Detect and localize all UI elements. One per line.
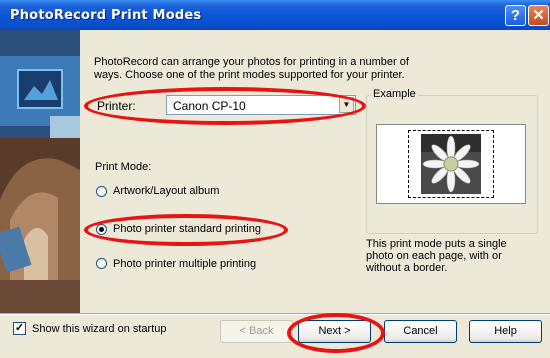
wizard-side-image	[0, 30, 80, 313]
example-page	[408, 130, 494, 198]
intro-text-line1: PhotoRecord can arrange your photos for …	[94, 56, 409, 68]
side-image-art	[0, 30, 80, 313]
radio-artwork-layout-album[interactable]	[96, 186, 107, 197]
back-button[interactable]: < Back	[220, 320, 293, 343]
highlight-oval-printer	[84, 87, 366, 125]
highlight-oval-standard-printing	[84, 214, 288, 246]
flower-photo	[421, 134, 481, 194]
bottom-separator	[0, 313, 550, 315]
radio-photo-multiple-printing[interactable]	[96, 258, 107, 269]
highlight-oval-next	[287, 313, 385, 353]
show-wizard-label[interactable]: Show this wizard on startup	[32, 323, 167, 335]
help-button[interactable]: Help	[469, 320, 542, 343]
example-desc-line2: photo on each page, with or	[366, 250, 502, 262]
help-icon[interactable]: ?	[505, 5, 526, 26]
example-desc-line1: This print mode puts a single	[366, 238, 507, 250]
title-bar[interactable]: PhotoRecord Print Modes ? ✕	[0, 0, 550, 30]
radio-label-artwork-layout-album[interactable]: Artwork/Layout album	[113, 185, 219, 197]
close-icon[interactable]: ✕	[528, 5, 549, 26]
intro-text-line2: ways. Choose one of the print modes supp…	[94, 69, 405, 81]
example-group-label: Example	[371, 88, 418, 100]
window-title: PhotoRecord Print Modes	[10, 8, 202, 23]
print-mode-label: Print Mode:	[95, 161, 152, 173]
cancel-button[interactable]: Cancel	[384, 320, 457, 343]
radio-label-photo-multiple-printing[interactable]: Photo printer multiple printing	[113, 258, 256, 270]
print-modes-dialog: PhotoRecord Print Modes ? ✕ PhotoRecord …	[0, 0, 550, 358]
example-desc-line3: without a border.	[366, 262, 448, 274]
example-preview	[376, 124, 526, 204]
show-wizard-checkbox[interactable]: ✓	[13, 322, 26, 335]
